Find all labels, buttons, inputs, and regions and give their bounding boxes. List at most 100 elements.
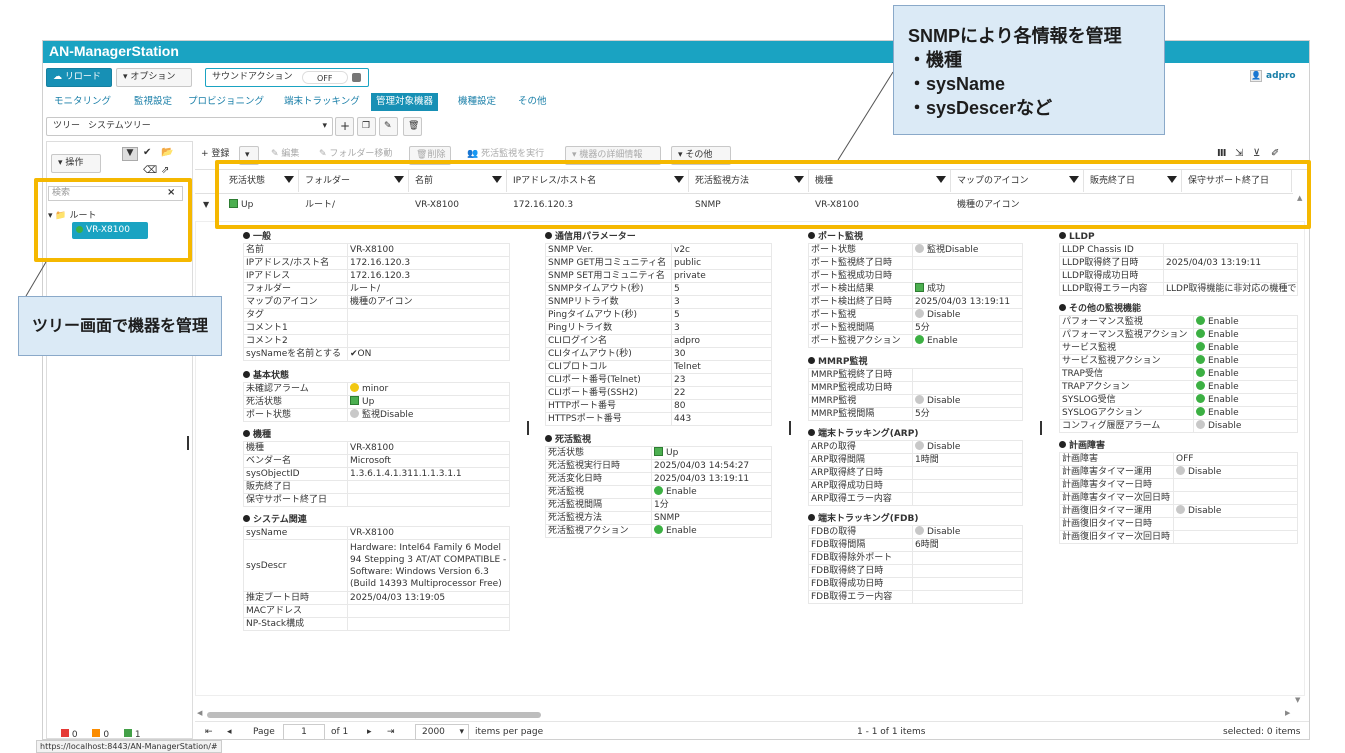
detail-row: 販売終了日	[243, 480, 510, 494]
operations-button[interactable]: ▾ 操作	[51, 154, 101, 173]
detail-value: SNMP	[651, 511, 772, 525]
filter-icon[interactable]: ▼	[122, 147, 138, 161]
detail-value: 3	[671, 295, 772, 309]
detail-row: サービス監視 Enable	[1059, 341, 1298, 355]
snmp-callout-item: ・sysName	[908, 74, 1006, 94]
menu-terminal-tracking[interactable]: 端末トラッキング	[279, 93, 365, 111]
detail-value-text: 80	[674, 401, 686, 411]
detail-row: FDB取得成功日時	[808, 577, 1023, 591]
status-counts: 0 0 1	[61, 729, 141, 740]
detail-label: 計画復旧タイマー次回日時	[1059, 530, 1174, 544]
add-tree-button[interactable]: +	[335, 117, 354, 136]
scroll-down-icon[interactable]: ▼	[1295, 696, 1300, 704]
detail-value: 2025/04/03 13:19:11	[1163, 256, 1298, 270]
menu-monitor-settings[interactable]: 監視設定	[129, 93, 177, 111]
columns-icon[interactable]: Ⅲ	[1217, 148, 1226, 159]
detail-value: 5分	[912, 407, 1023, 421]
detail-value-text: private	[674, 271, 706, 281]
detail-value-text: VR-X8100	[350, 528, 394, 538]
detail-row: CLIポート番号(SSH2) 22	[545, 386, 772, 400]
user-icon: 👤	[1250, 70, 1262, 82]
next-page-icon[interactable]: ▸	[367, 727, 372, 737]
status-dot	[1196, 407, 1205, 416]
detail-row: ポート状態 監視Disable	[808, 243, 1023, 257]
filter-clear-icon[interactable]: ⊻	[1253, 148, 1260, 159]
reload-button[interactable]: ☁ リロード	[46, 68, 112, 87]
detail-value: OFF	[1173, 452, 1298, 466]
splitter-handle[interactable]	[527, 421, 529, 435]
detail-row: ポート検出結果 成功	[808, 282, 1023, 296]
detail-row: 死活状態 Up	[545, 446, 772, 460]
tree-select[interactable]: ツリー システムツリー ▾	[46, 117, 333, 136]
copy-icon[interactable]: ❐	[357, 117, 376, 136]
splitter-handle[interactable]	[187, 436, 189, 450]
sound-action-toggle[interactable]: サウンドアクション OFF	[205, 68, 369, 87]
eraser-icon[interactable]: ⌫	[143, 165, 157, 176]
detail-value: 172.16.120.3	[347, 256, 510, 270]
detail-value: 2025/04/03 14:54:27	[651, 459, 772, 473]
detail-label: 死活監視アクション	[545, 524, 652, 538]
detail-value: 172.16.120.3	[347, 269, 510, 283]
trash-icon[interactable]: 🗑	[403, 117, 422, 136]
detail-value-text: Enable	[1208, 369, 1239, 379]
last-page-icon[interactable]: ⇥	[387, 727, 395, 737]
detail-row: CLIポート番号(Telnet) 23	[545, 373, 772, 387]
detail-value-text: 3	[674, 323, 680, 333]
menu-managed-devices[interactable]: 管理対象機器	[371, 93, 439, 111]
detail-row: SNMP SET用コミュニティ名 private	[545, 269, 772, 283]
detail-label: MMRP監視間隔	[808, 407, 913, 421]
options-button[interactable]: ▾ オプション	[116, 68, 192, 87]
detail-label: ポート検出結果	[808, 282, 913, 296]
horizontal-scrollbar[interactable]: ◀ ▶	[195, 709, 1305, 719]
export-icon[interactable]: ⇗	[161, 165, 169, 176]
detail-label: タグ	[243, 308, 348, 322]
detail-label: LLDP Chassis ID	[1059, 243, 1164, 257]
detail-value: 1.3.6.1.4.1.311.1.1.3.1.1	[347, 467, 510, 481]
page-size-select[interactable]: 2000 ▾	[415, 724, 469, 740]
menu-monitoring[interactable]: モニタリング	[49, 93, 116, 111]
detail-label: サービス監視アクション	[1059, 354, 1194, 368]
detail-row: ARP取得終了日時	[808, 466, 1023, 480]
detail-label: ポート状態	[243, 408, 348, 422]
status-dot	[1196, 368, 1205, 377]
pencil-icon[interactable]: ✎	[379, 117, 398, 136]
folder-open-icon[interactable]: 📂	[161, 147, 173, 158]
detail-row: ベンダー名 Microsoft	[243, 454, 510, 468]
status-dot	[1196, 394, 1205, 403]
detail-label: コメント2	[243, 334, 348, 348]
menu-provisioning[interactable]: プロビジョニング	[183, 93, 269, 111]
detail-row: 計画復旧タイマー日時	[1059, 517, 1298, 531]
row-expand-icon[interactable]: ▼	[203, 200, 209, 209]
detail-value: Enable	[1193, 328, 1298, 342]
detail-value	[347, 493, 510, 507]
detail-label: SNMPタイムアウト(秒)	[545, 282, 672, 296]
detail-value-text: Telnet	[674, 362, 701, 372]
detail-row: ポート監視成功日時	[808, 269, 1023, 283]
splitter-handle[interactable]	[789, 421, 791, 435]
status-dot	[915, 309, 924, 318]
first-page-icon[interactable]: ⇤	[205, 727, 213, 737]
splitter-handle[interactable]	[1040, 421, 1042, 435]
detail-value: Disable	[912, 308, 1023, 322]
detail-value-text: 172.16.120.3	[350, 271, 411, 281]
app-window: AN-ManagerStation ☁ リロード ▾ オプション サウンドアクシ…	[42, 40, 1310, 740]
check-all-icon[interactable]: ✔	[143, 147, 151, 158]
sort-icon[interactable]: ⇲	[1235, 148, 1243, 159]
status-dot	[1196, 355, 1205, 364]
menu-other[interactable]: その他	[513, 93, 552, 111]
menu-model-settings[interactable]: 機種設定	[453, 93, 501, 111]
brush-icon[interactable]: ✐	[1271, 148, 1279, 159]
detail-value: 監視Disable	[912, 243, 1023, 257]
scroll-right-icon[interactable]: ▶	[1285, 709, 1290, 717]
detail-label: ポート監視アクション	[808, 334, 913, 348]
detail-label: 計画復旧タイマー日時	[1059, 517, 1174, 531]
prev-page-icon[interactable]: ◂	[227, 727, 232, 737]
detail-label: ポート状態	[808, 243, 913, 257]
detail-label: LLDP取得終了日時	[1059, 256, 1164, 270]
section-general: 一般 名前 VR-X8100 IPアドレス/ホスト名 172.16.120.3 IPアド…	[243, 231, 510, 361]
user-menu[interactable]: 👤 adpro	[1244, 68, 1304, 87]
scrollbar-thumb[interactable]	[207, 712, 541, 718]
scroll-left-icon[interactable]: ◀	[197, 709, 202, 717]
page-input[interactable]: 1	[283, 724, 325, 740]
detail-row: ポート検出終了日時 2025/04/03 13:19:11	[808, 295, 1023, 309]
